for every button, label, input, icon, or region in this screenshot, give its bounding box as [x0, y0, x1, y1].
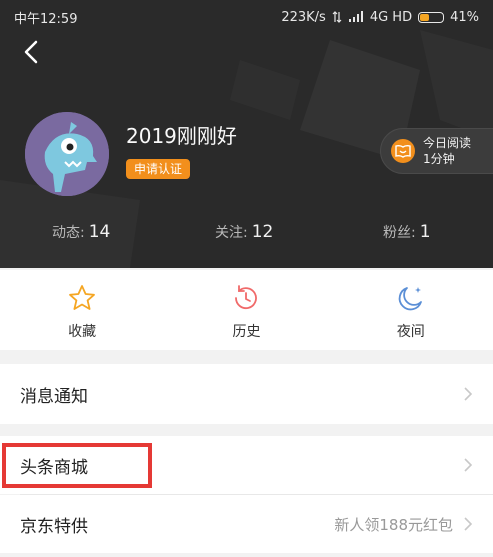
avatar[interactable] — [25, 112, 109, 196]
stat-following[interactable]: 关注: 12 — [215, 222, 273, 242]
stat-posts[interactable]: 动态: 14 — [52, 222, 110, 242]
chevron-right-icon — [464, 387, 473, 401]
quick-favorites-label: 收藏 — [68, 324, 97, 340]
status-battery: 41% — [450, 9, 479, 25]
chevron-right-icon — [464, 517, 473, 531]
quick-favorites[interactable]: 收藏 — [0, 270, 164, 350]
chevron-right-icon — [464, 458, 473, 472]
quick-history-label: 历史 — [232, 324, 261, 340]
profile-header: 中午12:59 223K/s 4G HD 41% 2019刚刚好 申请认证 今日… — [0, 0, 493, 268]
back-arrow-icon[interactable] — [18, 38, 46, 66]
menu-jd[interactable]: 京东特供 新人领188元红包 — [0, 495, 493, 553]
night-icon — [398, 287, 422, 311]
reading-book-icon — [391, 139, 415, 163]
stat-posts-value: 14 — [88, 222, 111, 242]
star-icon — [69, 285, 96, 310]
menu-jd-hint: 新人领188元红包 — [334, 515, 453, 534]
profile-stats: 动态: 14 关注: 12 粉丝: 1 — [0, 222, 493, 246]
signal-icon — [348, 11, 363, 22]
quick-history[interactable]: 历史 — [164, 270, 328, 350]
reading-line1: 今日阅读 — [423, 136, 472, 150]
menu-notifications[interactable]: 消息通知 — [0, 364, 493, 424]
stat-posts-label: 动态: — [52, 225, 85, 241]
reading-line2: 1分钟 — [423, 152, 455, 166]
stat-following-label: 关注: — [215, 225, 248, 241]
status-bar: 中午12:59 223K/s 4G HD 41% — [0, 0, 493, 34]
avatar-monster-icon — [25, 112, 109, 196]
history-icon — [235, 285, 258, 310]
username: 2019刚刚好 — [126, 124, 237, 148]
battery-icon — [418, 11, 445, 23]
status-time: 中午12:59 — [14, 11, 78, 27]
quick-actions: 收藏 历史 夜间 — [0, 270, 493, 350]
stat-followers-value: 1 — [419, 222, 431, 242]
stat-followers[interactable]: 粉丝: 1 — [383, 222, 431, 242]
quick-night-label: 夜间 — [396, 324, 425, 340]
status-network: 4G HD — [369, 9, 413, 25]
menu-notifications-label: 消息通知 — [20, 386, 88, 407]
today-reading-pill[interactable]: 今日阅读 1分钟 — [380, 128, 493, 174]
verify-badge[interactable]: 申请认证 — [126, 159, 191, 179]
menu-jd-label: 京东特供 — [20, 516, 88, 537]
status-speed: 223K/s — [281, 9, 326, 25]
data-arrows-icon — [332, 11, 342, 23]
stat-following-value: 12 — [251, 222, 274, 242]
mall-highlight-box — [2, 443, 152, 488]
quick-night-mode[interactable]: 夜间 — [329, 270, 493, 350]
stat-followers-label: 粉丝: — [383, 225, 416, 241]
status-indicators: 223K/s 4G HD 41% — [281, 10, 479, 25]
